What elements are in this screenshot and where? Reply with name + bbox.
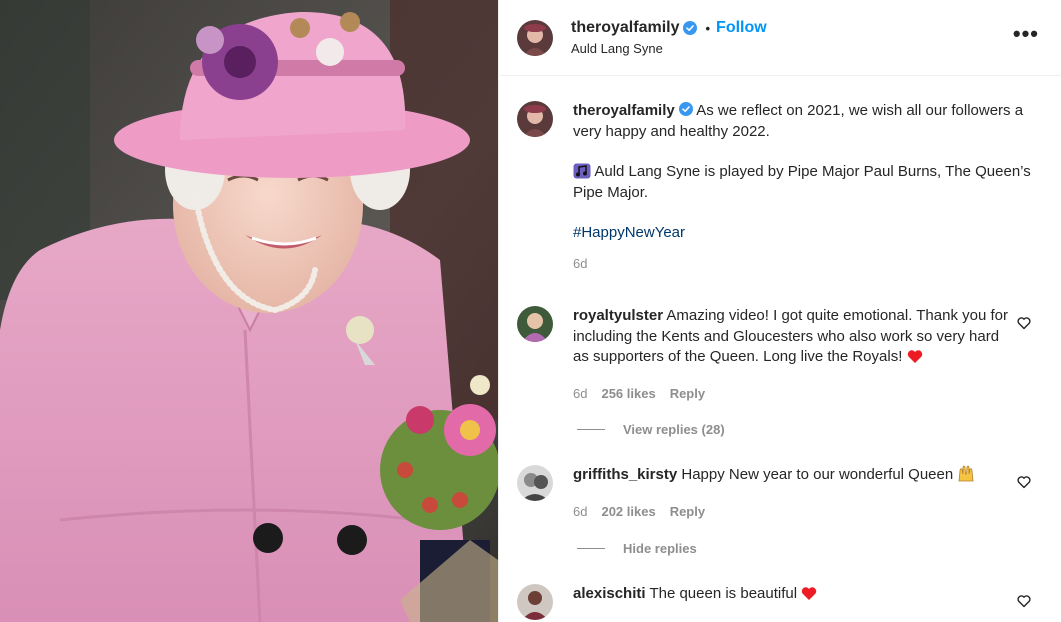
separator-dot: •	[705, 20, 711, 36]
caption-timestamp[interactable]: 6d	[573, 254, 1037, 275]
comment-text-block: alexischiti The queen is beautiful	[573, 584, 1013, 605]
avatar[interactable]	[517, 584, 553, 620]
comment-username[interactable]: griffiths_kirsty	[573, 466, 677, 483]
caption-username[interactable]: theroyalfamily	[573, 102, 675, 119]
queen-photo-illustration	[0, 0, 498, 622]
caption-paragraph-3: #HappyNewYear	[573, 223, 1037, 244]
comment-meta: 6d 256 likes Reply	[573, 384, 1013, 405]
comment-meta: 6d 202 likes Reply	[573, 502, 1013, 523]
post-username[interactable]: theroyalfamily	[571, 19, 679, 37]
heart-outline-icon[interactable]	[1017, 475, 1031, 489]
avatar-image	[517, 584, 553, 620]
comment-body: griffiths_kirsty Happy New year to our w…	[573, 465, 1047, 522]
avatar-image	[517, 306, 553, 342]
avatar[interactable]	[517, 19, 553, 56]
comment-body: royaltyulster Amazing video! I got quite…	[573, 306, 1047, 404]
avatar[interactable]	[517, 465, 553, 501]
comment-username[interactable]: alexischiti	[573, 585, 646, 602]
avatar-image	[517, 101, 553, 137]
comment-likes[interactable]: 256 likes	[601, 384, 655, 405]
post-header-line: theroyalfamily • Follow	[571, 19, 767, 37]
replies-divider	[577, 429, 605, 430]
comment-text: Happy New year to our wonderful Queen	[681, 466, 954, 483]
replies-divider	[577, 548, 605, 549]
comment-likes[interactable]: 202 likes	[601, 502, 655, 523]
avatar[interactable]	[517, 101, 553, 137]
replies-label: Hide replies	[623, 541, 697, 556]
avatar-image	[517, 19, 553, 56]
post-sidebar: theroyalfamily • Follow Auld Lang Syne •…	[498, 0, 1061, 622]
reply-button[interactable]: Reply	[670, 384, 705, 405]
hide-replies-button[interactable]: Hide replies	[577, 541, 697, 556]
red-heart-emoji	[802, 587, 817, 600]
follow-button[interactable]: Follow	[716, 19, 767, 37]
comment-text-block: royaltyulster Amazing video! I got quite…	[573, 306, 1013, 368]
comment-timestamp[interactable]: 6d	[573, 502, 587, 523]
caption-paragraph-1: theroyalfamily As we reflect on 2021, we…	[573, 101, 1037, 142]
comment-row: alexischiti The queen is beautiful	[517, 584, 1047, 620]
avatar[interactable]	[517, 306, 553, 342]
raising-hands-emoji	[958, 465, 974, 482]
comment-row: royaltyulster Amazing video! I got quite…	[517, 306, 1047, 404]
comment-username[interactable]: royaltyulster	[573, 307, 663, 324]
caption-body: theroyalfamily As we reflect on 2021, we…	[573, 101, 1047, 274]
hashtag-link[interactable]: #HappyNewYear	[573, 224, 685, 241]
avatar-image	[517, 465, 553, 501]
post-dialog: theroyalfamily • Follow Auld Lang Syne •…	[0, 0, 1061, 622]
heart-outline-icon[interactable]	[1017, 594, 1031, 608]
comments-list: theroyalfamily As we reflect on 2021, we…	[499, 77, 1061, 622]
verified-badge-icon	[683, 21, 698, 35]
reply-button[interactable]: Reply	[670, 502, 705, 523]
comment-body: alexischiti The queen is beautiful	[573, 584, 1047, 620]
audio-label[interactable]: Auld Lang Syne	[571, 41, 767, 56]
view-replies-button[interactable]: View replies (28)	[577, 422, 725, 437]
heart-outline-icon[interactable]	[1017, 316, 1031, 330]
verified-badge-icon	[678, 102, 693, 116]
caption-text-2: Auld Lang Syne is played by Pipe Major P…	[573, 163, 1031, 201]
comment-text-block: griffiths_kirsty Happy New year to our w…	[573, 465, 1013, 486]
post-header-text: theroyalfamily • Follow Auld Lang Syne	[571, 19, 767, 56]
comment-text: The queen is beautiful	[649, 585, 798, 602]
post-image[interactable]	[0, 0, 498, 622]
caption-paragraph-2: Auld Lang Syne is played by Pipe Major P…	[573, 162, 1037, 203]
replies-label: View replies (28)	[623, 422, 725, 437]
red-heart-emoji	[907, 350, 922, 363]
comment-row: griffiths_kirsty Happy New year to our w…	[517, 465, 1047, 522]
caption-row: theroyalfamily As we reflect on 2021, we…	[517, 101, 1047, 274]
more-options-icon[interactable]: •••	[1013, 23, 1039, 45]
post-header: theroyalfamily • Follow Auld Lang Syne •…	[499, 0, 1061, 76]
comment-timestamp[interactable]: 6d	[573, 384, 587, 405]
musical-notes-emoji	[573, 163, 591, 179]
